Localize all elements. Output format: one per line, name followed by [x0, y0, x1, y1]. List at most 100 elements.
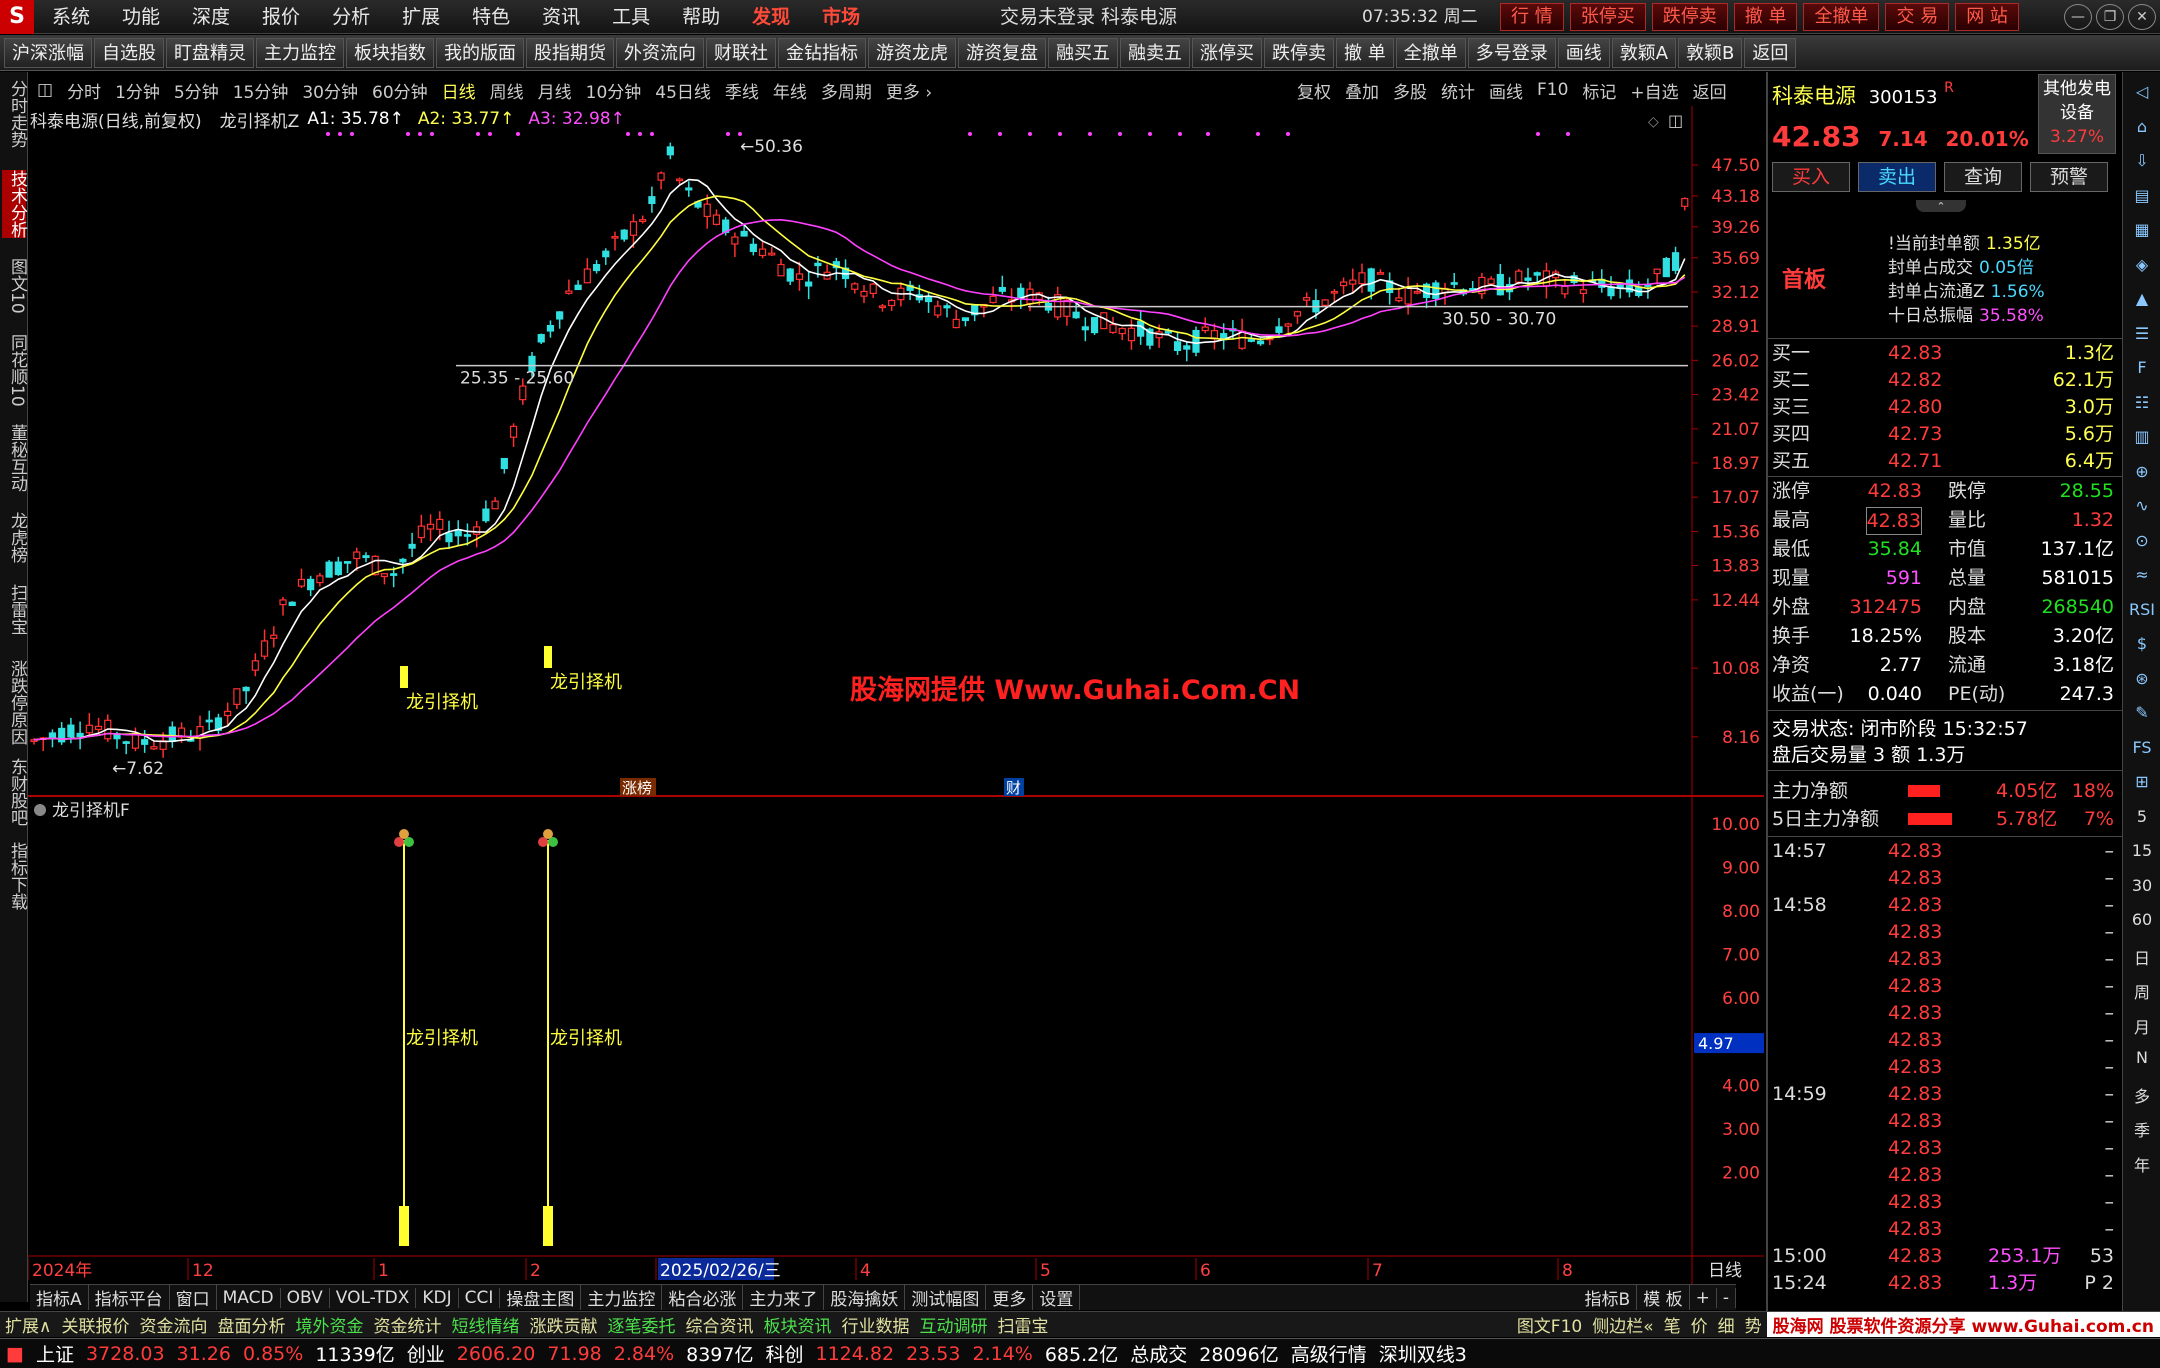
side-icon-16[interactable]: $ — [2129, 634, 2155, 660]
sub-legend-icon[interactable] — [34, 804, 46, 816]
status-item-10[interactable]: 科创 — [759, 1340, 809, 1367]
bid-row-1[interactable]: 买二 42.82 62.1万 — [1772, 367, 2118, 393]
period-13[interactable]: 多周期 — [814, 78, 879, 103]
indicator-tab-1[interactable]: 指标平台 — [89, 1285, 170, 1310]
side-icon-26[interactable]: 周 — [2129, 979, 2155, 1005]
side-icon-4[interactable]: ▦ — [2129, 220, 2155, 246]
quick-button-6[interactable]: 网 站 — [1955, 3, 2019, 31]
ext-tab-10[interactable]: 板块资讯 — [758, 1312, 836, 1337]
side-icon-24[interactable]: 60 — [2129, 910, 2155, 936]
side-icon-31[interactable]: 年 — [2129, 1152, 2155, 1178]
legend-indicator[interactable]: 龙引择机Z — [220, 107, 300, 132]
bid-row-0[interactable]: 买一 42.83 1.3亿 — [1772, 340, 2118, 366]
toolbar-button-4[interactable]: 板块指数 — [346, 37, 434, 68]
ext-right-1[interactable]: 侧边栏« — [1587, 1312, 1658, 1337]
left-tab-3[interactable]: 同花顺10 — [2, 334, 27, 407]
indicator-tab-15[interactable]: 设置 — [1033, 1285, 1081, 1310]
menu-item-9[interactable]: 帮助 — [666, 0, 736, 34]
side-icon-9[interactable]: ☷ — [2129, 393, 2155, 419]
ext-tab-8[interactable]: 逐笔委托 — [602, 1312, 680, 1337]
ext-tab-11[interactable]: 行业数据 — [836, 1312, 914, 1337]
ext-tab-9[interactable]: 综合资讯 — [680, 1312, 758, 1337]
side-icon-19[interactable]: FS — [2129, 738, 2155, 764]
period-14[interactable]: 更多 › — [879, 78, 939, 103]
left-tab-9[interactable]: 指标下载 — [2, 842, 27, 910]
close-icon[interactable]: ✕ — [2128, 4, 2156, 30]
indicator-tab-9[interactable]: 主力监控 — [581, 1285, 663, 1310]
side-icon-27[interactable]: 月 — [2129, 1014, 2155, 1040]
side-icon-20[interactable]: ⊞ — [2129, 772, 2155, 798]
chart-tool-8[interactable]: 返回 — [1686, 78, 1734, 103]
period-0[interactable]: 分时 — [60, 78, 108, 103]
left-tab-6[interactable]: 扫雷宝 — [2, 584, 27, 635]
ext-right-6[interactable]: 股海网 股票软件资源分享 www.Guhai.com.cn — [1766, 1312, 2160, 1337]
restore-icon[interactable]: ❐ — [2096, 4, 2124, 30]
status-item-0[interactable]: 上证 — [30, 1340, 80, 1367]
toolbar-button-3[interactable]: 主力监控 — [256, 37, 344, 68]
menu-item-8[interactable]: 工具 — [596, 0, 666, 34]
chart-tool-4[interactable]: 画线 — [1482, 78, 1530, 103]
toolbar-button-21[interactable]: 敦颖B — [1678, 37, 1743, 68]
quick-button-1[interactable]: 张停买 — [1569, 3, 1646, 31]
buy-button[interactable]: 买入 — [1772, 162, 1850, 192]
side-icon-6[interactable]: ▲ — [2129, 289, 2155, 315]
indicator-right-3[interactable]: - — [1717, 1287, 1736, 1308]
quick-button-4[interactable]: 全撤单 — [1803, 3, 1880, 31]
side-icon-5[interactable]: ◈ — [2129, 255, 2155, 281]
ext-tab-1[interactable]: 关联报价 — [56, 1312, 134, 1337]
menu-item-0[interactable]: 系统 — [36, 0, 106, 34]
indicator-tab-5[interactable]: VOL-TDX — [330, 1287, 417, 1308]
indicator-tab-3[interactable]: MACD — [217, 1287, 281, 1308]
ext-tab-2[interactable]: 资金流向 — [134, 1312, 212, 1337]
indicator-tab-7[interactable]: CCI — [459, 1287, 501, 1308]
left-tab-8[interactable]: 东财股吧 — [2, 758, 27, 826]
ext-right-5[interactable]: 势 — [1740, 1312, 1767, 1337]
indicator-right-2[interactable]: + — [1690, 1287, 1717, 1308]
ext-right-0[interactable]: 图文F10 — [1512, 1312, 1587, 1337]
period-9[interactable]: 10分钟 — [579, 78, 649, 103]
indicator-tab-13[interactable]: 测试幅图 — [905, 1285, 987, 1310]
chart-tool-5[interactable]: F10 — [1530, 80, 1575, 100]
side-icon-22[interactable]: 15 — [2129, 841, 2155, 867]
side-icon-7[interactable]: ☰ — [2129, 324, 2155, 350]
collapse-icon[interactable]: ⌃ — [1916, 200, 1966, 213]
diamond-icon[interactable]: ◇ — [1648, 114, 1659, 130]
period-11[interactable]: 季线 — [718, 78, 766, 103]
ext-tab-6[interactable]: 短线情绪 — [446, 1312, 524, 1337]
period-12[interactable]: 年线 — [766, 78, 814, 103]
toolbar-button-2[interactable]: 盯盘精灵 — [166, 37, 254, 68]
period-6[interactable]: 日线 — [435, 78, 483, 103]
toolbar-button-14[interactable]: 涨停买 — [1192, 37, 1262, 68]
side-icon-25[interactable]: 日 — [2129, 945, 2155, 971]
toolbar-button-1[interactable]: 自选股 — [94, 37, 164, 68]
status-item-15[interactable]: 总成交 — [1124, 1340, 1193, 1367]
toolbar-button-19[interactable]: 画线 — [1557, 37, 1610, 68]
sector-box[interactable]: 其他发电设备 3.27% — [2038, 74, 2116, 154]
bid-row-2[interactable]: 买三 42.80 3.0万 — [1772, 394, 2118, 420]
indicator-right-1[interactable]: 模 板 — [1637, 1285, 1690, 1310]
period-8[interactable]: 月线 — [531, 78, 579, 103]
left-tab-0[interactable]: 分时走势 — [2, 80, 27, 148]
menu-item-6[interactable]: 特色 — [456, 0, 526, 34]
left-tab-5[interactable]: 龙虎榜 — [2, 512, 27, 563]
left-tab-1[interactable]: 技术分析 — [2, 170, 27, 238]
indicator-tab-12[interactable]: 股海擒妖 — [824, 1285, 906, 1310]
ext-right-4[interactable]: 细 — [1713, 1312, 1740, 1337]
side-icon-17[interactable]: ⊛ — [2129, 669, 2155, 695]
chart-tool-3[interactable]: 统计 — [1434, 78, 1482, 103]
panel-toggle-icon[interactable]: ◫ — [30, 80, 60, 100]
side-icon-0[interactable]: ◁ — [2129, 82, 2155, 108]
bid-row-4[interactable]: 买五 42.71 6.4万 — [1772, 448, 2118, 474]
period-5[interactable]: 60分钟 — [365, 78, 435, 103]
side-icon-28[interactable]: N — [2129, 1048, 2155, 1074]
menu-item-3[interactable]: 报价 — [246, 0, 316, 34]
toolbar-button-7[interactable]: 外资流向 — [616, 37, 704, 68]
toolbar-button-20[interactable]: 敦颖A — [1611, 37, 1677, 68]
quick-button-2[interactable]: 跌停卖 — [1651, 3, 1728, 31]
menu-item-5[interactable]: 扩展 — [386, 0, 456, 34]
left-tab-4[interactable]: 董秘互动 — [2, 424, 27, 492]
menu-item-4[interactable]: 分析 — [316, 0, 386, 34]
toolbar-button-11[interactable]: 游资复盘 — [958, 37, 1046, 68]
toolbar-button-22[interactable]: 返回 — [1744, 37, 1797, 68]
indicator-tab-0[interactable]: 指标A — [30, 1285, 89, 1310]
